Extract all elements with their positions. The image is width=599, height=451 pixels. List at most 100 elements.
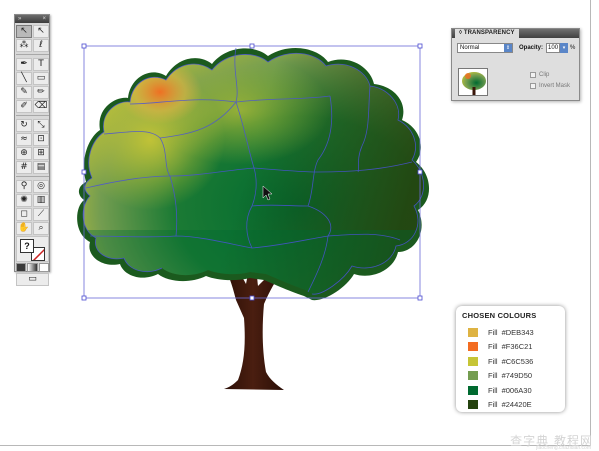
color-mode-row — [16, 263, 49, 272]
colour-swatch-label: Fill #24420E — [488, 400, 532, 409]
eraser-tool[interactable]: ⌫ — [33, 100, 49, 113]
pencil-icon: ✏ — [37, 87, 45, 97]
rotate-icon: ↻ — [20, 120, 28, 130]
scale-tool[interactable]: ⤡ — [33, 119, 49, 132]
mesh-tool[interactable]: # — [16, 161, 32, 174]
pencil-tool[interactable]: ✏ — [33, 86, 49, 99]
collapse-icon[interactable]: » — [18, 15, 21, 23]
blob-brush-tool[interactable]: ✐ — [16, 100, 32, 113]
colour-swatch — [468, 356, 478, 366]
tab-transparency[interactable]: ◊ TRANSPARENCY — [455, 29, 519, 38]
fill-swatch[interactable]: ? — [20, 239, 34, 253]
selection-icon: ↖ — [20, 26, 28, 36]
colour-swatch-label: Fill #DEB343 — [488, 328, 534, 337]
zoom-icon: ⌕ — [38, 223, 44, 233]
opacity-mask-thumbnail[interactable] — [458, 68, 488, 96]
handle-top-right[interactable] — [417, 43, 423, 49]
free-transform-tool[interactable]: ⊡ — [33, 133, 49, 146]
type-icon: T — [38, 59, 44, 69]
gradient-tool[interactable]: ▤ — [33, 161, 49, 174]
handle-middle-left[interactable] — [81, 169, 87, 175]
none-mode-button[interactable] — [38, 263, 49, 272]
pen-icon: ✒ — [20, 59, 28, 69]
tree-canopy[interactable] — [70, 40, 440, 310]
color-mode-button[interactable] — [16, 263, 27, 272]
blend-tool[interactable]: ◎ — [33, 180, 49, 193]
perspective-grid-tool[interactable]: ⊞ — [33, 147, 49, 160]
gradient-mode-button[interactable] — [27, 263, 38, 272]
slice-icon: ⟋ — [37, 209, 45, 219]
type-tool[interactable]: T — [33, 58, 49, 71]
fill-stroke-swatches[interactable]: ? — [16, 236, 49, 262]
shape-builder-tool[interactable]: ⊕ — [16, 147, 32, 160]
fill-label: Fill — [488, 356, 498, 366]
colour-swatch-label: Fill #749D50 — [488, 371, 532, 380]
eraser-icon: ⌫ — [34, 101, 48, 111]
fill-label: Fill — [488, 327, 498, 337]
handle-bottom-center[interactable] — [249, 295, 255, 301]
colour-swatch-row: Fill #F36C21 — [462, 340, 559, 355]
colour-swatch — [468, 371, 478, 381]
hex-value: #006A30 — [501, 385, 532, 395]
selection-tool[interactable]: ↖ — [16, 25, 32, 38]
direct-selection-tool[interactable]: ↖ — [33, 25, 49, 38]
chosen-colours-panel: CHOSEN COLOURS Fill #DEB343 Fill #F36C21 Fil… — [456, 306, 565, 412]
artboard-tool[interactable]: ◻ — [16, 208, 32, 221]
colour-swatch — [468, 400, 478, 410]
invert-mask-checkbox-box[interactable] — [530, 83, 536, 89]
direct-selection-icon: ↖ — [37, 26, 45, 36]
hex-value: #749D50 — [501, 371, 533, 381]
shape-builder-icon: ⊕ — [20, 148, 28, 158]
close-icon[interactable]: × — [42, 15, 46, 23]
column-graph-tool[interactable]: ▥ — [33, 194, 49, 207]
handle-top-center[interactable] — [249, 43, 255, 49]
blend-mode-select[interactable]: Normal ⇕ — [457, 43, 513, 53]
handle-top-left[interactable] — [81, 43, 87, 49]
handle-bottom-left[interactable] — [81, 295, 87, 301]
opacity-field[interactable]: 100 — [546, 43, 561, 53]
fill-label: Fill — [488, 371, 498, 381]
tools-panel-titlebar[interactable]: » × — [15, 15, 49, 23]
zoom-tool[interactable]: ⌕ — [33, 222, 49, 235]
hex-value: #C6C536 — [501, 356, 534, 366]
pen-tool[interactable]: ✒ — [16, 58, 32, 71]
rotate-tool[interactable]: ↻ — [16, 119, 32, 132]
rectangle-tool[interactable]: ▭ — [33, 72, 49, 85]
hand-icon: ✋ — [18, 223, 30, 233]
hand-tool[interactable]: ✋ — [16, 222, 32, 235]
swatch-list: Fill #DEB343 Fill #F36C21 Fill #C6C536 Fill #74… — [462, 325, 559, 412]
handle-middle-right[interactable] — [417, 169, 423, 175]
watermark-url: jiaocheng.chazidian.com — [536, 445, 591, 451]
paintbrush-tool[interactable]: ✎ — [16, 86, 32, 99]
handle-bottom-right[interactable] — [417, 295, 423, 301]
perspective-grid-icon: ⊞ — [37, 148, 45, 158]
scale-icon: ⤡ — [37, 120, 45, 130]
dropdown-arrows-icon[interactable]: ⇕ — [504, 44, 512, 52]
slice-tool[interactable]: ⟋ — [33, 208, 49, 221]
symbol-sprayer-tool[interactable]: ✺ — [16, 194, 32, 207]
warp-tool[interactable]: ≈ — [16, 133, 32, 146]
colour-swatch-row: Fill #749D50 — [462, 369, 559, 384]
screen-mode-icon: ▭ — [28, 274, 37, 284]
colour-swatch-row: Fill #006A30 — [462, 383, 559, 398]
rectangle-icon: ▭ — [36, 73, 46, 83]
chosen-colours-title: CHOSEN COLOURS — [462, 311, 537, 320]
screen-mode-button[interactable]: ▭ — [16, 273, 49, 286]
tools-panel[interactable]: » × ↖ ↖ ⁂ ℓ ✒ T ╲ ▭ ✎ ✏ ✐ ⌫ ↻ ⤡ ≈ ⊡ ⊕ ⊞ # ▤ ⚲ ◎ ✺ ▥ ◻ ⟋ ✋ ⌕? ▭ — [14, 14, 50, 286]
line-segment-tool[interactable]: ╲ — [16, 72, 32, 85]
transparency-panel[interactable]: ◊ TRANSPARENCY Normal ⇕ Opacity: 100 ▾ % — [451, 28, 580, 101]
magic-wand-tool[interactable]: ⁂ — [16, 39, 32, 52]
colour-swatch-label: Fill #C6C536 — [488, 357, 533, 366]
clip-checkbox[interactable]: Clip — [530, 72, 549, 78]
tab-transparency-label: TRANSPARENCY — [463, 30, 515, 36]
invert-mask-checkbox[interactable]: Invert Mask — [530, 83, 570, 89]
opacity-dropdown-icon[interactable]: ▾ — [560, 43, 569, 53]
transparency-panel-titlebar[interactable]: ◊ TRANSPARENCY — [452, 29, 579, 38]
clip-label: Clip — [539, 72, 550, 78]
lasso-tool[interactable]: ℓ — [33, 39, 49, 52]
clip-checkbox-box[interactable] — [530, 72, 536, 78]
blob-brush-icon: ✐ — [20, 101, 28, 111]
eyedropper-icon: ⚲ — [20, 181, 28, 191]
eyedropper-tool[interactable]: ⚲ — [16, 180, 32, 193]
colour-swatch-row: Fill #DEB343 — [462, 325, 559, 340]
